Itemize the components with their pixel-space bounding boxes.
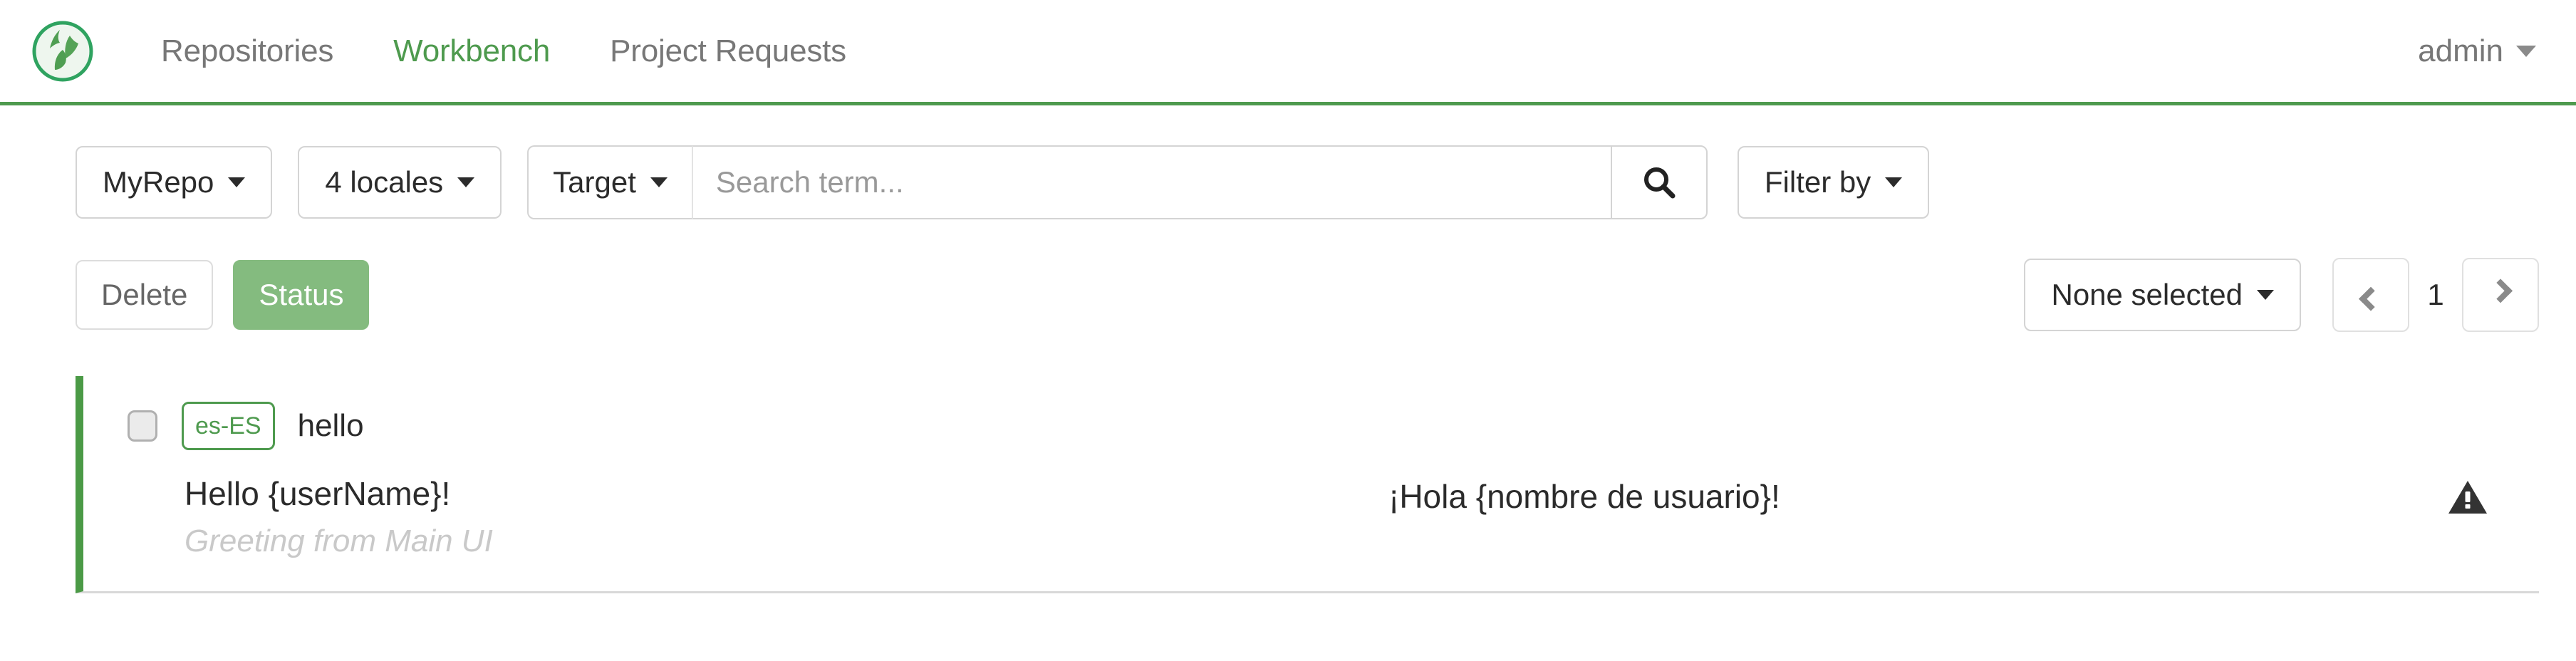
pagination: 1 — [2332, 258, 2539, 332]
chevron-down-icon — [1885, 177, 1903, 187]
filter-by-label: Filter by — [1764, 165, 1871, 199]
delete-button[interactable]: Delete — [76, 260, 214, 330]
scope-selector-label: Target — [553, 165, 636, 199]
chevron-down-icon — [2516, 45, 2536, 57]
scope-selector[interactable]: Target — [527, 145, 692, 219]
pagination-prev-button[interactable] — [2332, 258, 2409, 332]
nav-link-workbench[interactable]: Workbench — [363, 35, 580, 67]
filter-by-button[interactable]: Filter by — [1737, 146, 1930, 219]
pagination-current-page: 1 — [2427, 278, 2444, 311]
search-icon — [1643, 167, 1676, 199]
table-row: es-ES hello Hello {userName}! Greeting f… — [76, 376, 2539, 594]
warning-triangle-icon[interactable] — [2448, 479, 2488, 516]
search-input[interactable] — [691, 145, 1611, 219]
nav-link-project-requests[interactable]: Project Requests — [580, 35, 876, 67]
chevron-down-icon — [650, 177, 668, 187]
row-select-checkbox[interactable] — [128, 410, 157, 442]
chevron-left-icon — [2359, 286, 2383, 311]
locales-selector[interactable]: 4 locales — [298, 146, 502, 219]
status-flag-column — [2396, 474, 2539, 516]
table-row-header: es-ES hello — [83, 402, 2539, 450]
target-text: ¡Hola {nombre de usuario}! — [1388, 478, 1780, 515]
search-toolbar: MyRepo 4 locales Target Filter by — [76, 105, 2539, 219]
nav-link-repositories[interactable]: Repositories — [131, 35, 363, 67]
repository-selector-label: MyRepo — [103, 165, 214, 199]
chevron-down-icon — [2257, 290, 2274, 300]
status-button[interactable]: Status — [233, 260, 370, 330]
page-content: MyRepo 4 locales Target Filter by — [0, 105, 2576, 594]
chevron-down-icon — [228, 177, 246, 187]
source-note: Greeting from Main UI — [185, 524, 493, 559]
chevron-right-icon — [2488, 279, 2513, 303]
selection-dropdown[interactable]: None selected — [2024, 259, 2301, 331]
search-submit-button[interactable] — [1610, 145, 1708, 219]
search-group: Target — [527, 145, 1708, 219]
target-column[interactable]: ¡Hola {nombre de usuario}! — [1388, 474, 2396, 516]
primary-nav: Repositories Workbench Project Requests — [131, 35, 876, 67]
globe-leaf-logo-icon[interactable] — [31, 20, 94, 83]
table-row-body: Hello {userName}! Greeting from Main UI … — [83, 474, 2539, 560]
results-list: es-ES hello Hello {userName}! Greeting f… — [76, 376, 2539, 594]
selection-dropdown-label: None selected — [2051, 278, 2243, 311]
action-bar-right: None selected 1 — [2024, 258, 2539, 332]
entry-key-label: hello — [297, 408, 364, 443]
user-menu[interactable]: admin — [2418, 33, 2536, 68]
locales-selector-label: 4 locales — [325, 165, 444, 199]
user-menu-label: admin — [2418, 33, 2503, 68]
source-column: Hello {userName}! Greeting from Main UI — [185, 474, 1388, 560]
repository-selector[interactable]: MyRepo — [76, 146, 273, 219]
source-text: Hello {userName}! — [185, 475, 451, 512]
action-bar: Delete Status None selected 1 — [76, 258, 2539, 332]
top-navbar: Repositories Workbench Project Requests … — [0, 0, 2576, 105]
locale-badge: es-ES — [182, 402, 275, 450]
chevron-down-icon — [457, 177, 475, 187]
pagination-next-button[interactable] — [2462, 258, 2539, 332]
